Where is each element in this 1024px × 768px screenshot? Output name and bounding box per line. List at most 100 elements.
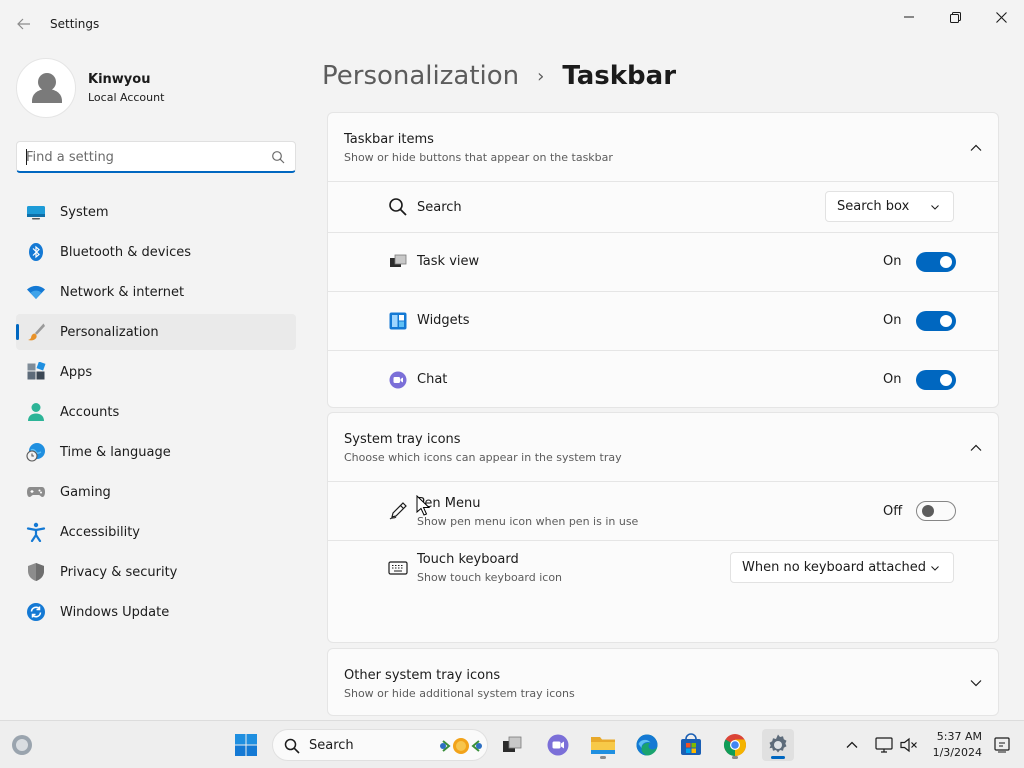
sidebar-item-label: Bluetooth & devices — [60, 245, 191, 260]
sidebar-nav: System Bluetooth & devices Network & int… — [16, 194, 296, 634]
restore-icon — [949, 11, 961, 23]
taskbar-edge[interactable] — [631, 729, 663, 761]
weather-icon — [12, 735, 32, 755]
sidebar-item-bluetooth[interactable]: Bluetooth & devices — [16, 234, 296, 270]
sidebar-item-label: Personalization — [60, 325, 159, 340]
pen-icon — [389, 502, 407, 520]
taskbar-chrome[interactable] — [719, 729, 751, 761]
task-view-toggle[interactable] — [916, 252, 956, 272]
pen-menu-toggle[interactable] — [916, 501, 956, 521]
weather-widget[interactable] — [6, 729, 38, 761]
clock-date[interactable]: 1/3/2024 — [926, 746, 982, 759]
start-button[interactable] — [230, 729, 262, 761]
sidebar-item-system[interactable]: System — [16, 194, 296, 230]
taskbar-search[interactable]: Search — [272, 729, 488, 761]
active-indicator — [16, 324, 19, 340]
sidebar-item-personalization[interactable]: Personalization — [16, 314, 296, 350]
system-icon — [27, 206, 45, 220]
breadcrumb-separator: › — [537, 65, 545, 87]
breadcrumb-parent[interactable]: Personalization — [322, 61, 519, 91]
settings-search[interactable] — [16, 141, 296, 173]
title-bar: Settings — [0, 0, 1024, 48]
taskbar-store[interactable] — [675, 729, 707, 761]
chat-toggle[interactable] — [916, 370, 956, 390]
sidebar-item-accessibility[interactable]: Accessibility — [16, 514, 296, 550]
sidebar-item-label: Apps — [60, 365, 93, 380]
network-icon — [875, 737, 893, 753]
account-type: Local Account — [88, 91, 165, 104]
widgets-toggle[interactable] — [916, 311, 956, 331]
search-mode-dropdown[interactable]: Search box — [825, 191, 954, 222]
search-icon[interactable] — [271, 150, 285, 164]
volume-tray-button[interactable] — [893, 729, 925, 761]
row-label: Task view — [417, 254, 480, 269]
row-label: Chat — [417, 372, 448, 387]
running-indicator — [732, 756, 738, 759]
close-button[interactable] — [978, 6, 1024, 28]
taskbar-settings[interactable] — [762, 729, 794, 761]
minimize-button[interactable] — [886, 6, 932, 28]
taskbar-items-header[interactable]: Taskbar items Show or hide buttons that … — [328, 113, 998, 181]
page-title: Taskbar — [562, 61, 677, 91]
sidebar-item-label: Time & language — [60, 445, 171, 460]
row-label: Widgets — [417, 313, 470, 328]
paintbrush-icon — [28, 323, 45, 341]
sidebar-item-privacy[interactable]: Privacy & security — [16, 554, 296, 590]
search-icon — [389, 198, 407, 216]
chevron-up-icon[interactable] — [968, 440, 984, 456]
sidebar-item-network[interactable]: Network & internet — [16, 274, 296, 310]
other-tray-card[interactable]: Other system tray icons Show or hide add… — [327, 648, 999, 716]
sidebar-item-apps[interactable]: Apps — [16, 354, 296, 390]
sidebar-item-label: Accessibility — [60, 525, 140, 540]
system-tray-header[interactable]: System tray icons Choose which icons can… — [328, 413, 998, 481]
windows-logo-icon — [235, 734, 257, 756]
taskbar: Search 5:37 AM 1/3/2024 — [0, 720, 1024, 768]
close-icon — [995, 11, 1007, 23]
volume-muted-icon — [900, 737, 917, 753]
card-subtitle: Show or hide buttons that appear on the … — [344, 151, 613, 164]
taskbar-file-explorer[interactable] — [587, 729, 619, 761]
chevron-up-icon[interactable] — [968, 140, 984, 156]
taskbar-search-label: Search — [309, 738, 354, 753]
sidebar-item-gaming[interactable]: Gaming — [16, 474, 296, 510]
show-hidden-icons-button[interactable] — [836, 729, 868, 761]
apps-icon — [27, 362, 46, 380]
touch-keyboard-row: Touch keyboard Show touch keyboard icon … — [328, 540, 998, 594]
card-subtitle: Show or hide additional system tray icon… — [344, 687, 575, 700]
edge-browser-icon — [636, 734, 658, 756]
other-tray-header[interactable]: Other system tray icons Show or hide add… — [328, 649, 998, 715]
taskbar-items-card: Taskbar items Show or hide buttons that … — [327, 112, 999, 408]
row-label: Search — [417, 200, 462, 215]
chat-row: Chat On — [328, 350, 998, 407]
sidebar-item-time-language[interactable]: Time & language — [16, 434, 296, 470]
avatar[interactable] — [16, 58, 76, 118]
sidebar-item-label: System — [60, 205, 109, 220]
shield-icon — [28, 563, 44, 581]
search-input[interactable] — [26, 148, 256, 166]
chat-icon — [547, 734, 569, 756]
folder-icon — [591, 737, 615, 754]
sidebar-item-label: Windows Update — [60, 605, 170, 620]
task-view-icon — [390, 254, 407, 267]
task-view-icon — [503, 736, 522, 752]
mouse-cursor-icon — [416, 495, 430, 516]
sidebar-item-label: Gaming — [60, 485, 111, 500]
card-title: Other system tray icons — [344, 668, 501, 683]
toggle-knob — [940, 256, 952, 268]
chevron-down-icon — [931, 566, 939, 571]
notifications-button[interactable] — [986, 729, 1018, 761]
text-caret — [26, 149, 27, 165]
taskbar-chat[interactable] — [542, 729, 574, 761]
clock-time[interactable]: 5:37 AM — [930, 730, 982, 743]
dropdown-value: When no keyboard attached — [742, 560, 926, 575]
back-arrow-icon — [17, 18, 30, 30]
sidebar-item-accounts[interactable]: Accounts — [16, 394, 296, 430]
card-subtitle: Choose which icons can appear in the sys… — [344, 451, 622, 464]
sidebar-item-windows-update[interactable]: Windows Update — [16, 594, 296, 630]
taskbar-task-view[interactable] — [496, 729, 528, 761]
microsoft-store-icon — [681, 733, 701, 755]
maximize-button[interactable] — [932, 6, 978, 28]
back-button[interactable] — [12, 12, 36, 36]
chevron-down-icon[interactable] — [968, 675, 984, 691]
touch-keyboard-dropdown[interactable]: When no keyboard attached — [730, 552, 954, 583]
